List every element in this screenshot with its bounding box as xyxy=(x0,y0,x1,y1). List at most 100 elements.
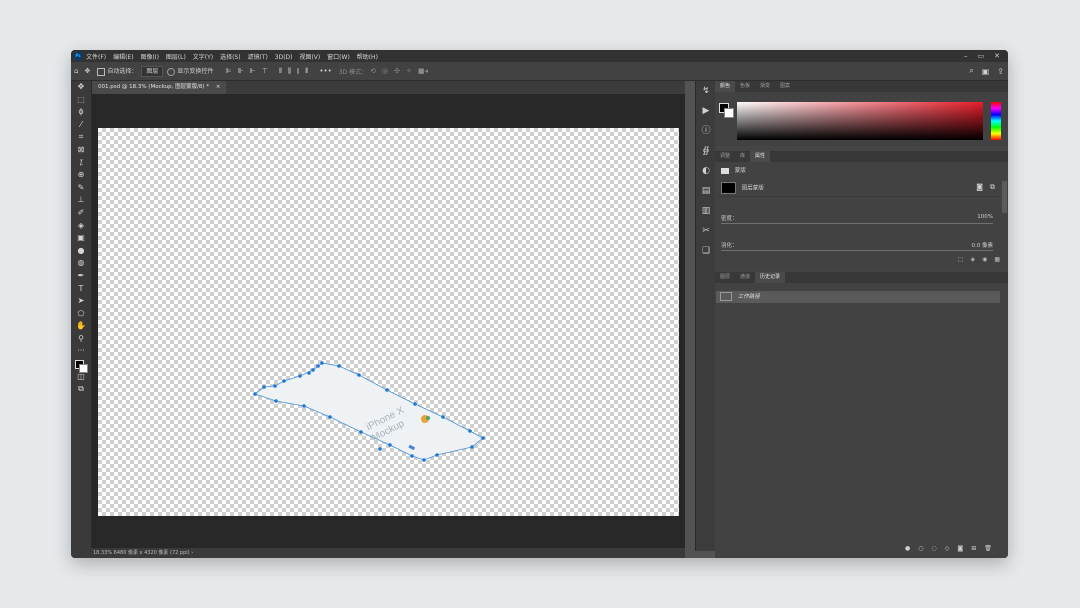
actions-play-icon[interactable]: ▶ xyxy=(696,101,716,121)
menu-select[interactable]: 选择(S) xyxy=(220,54,241,61)
info-icon[interactable]: ⓘ xyxy=(696,121,716,141)
tab-adjustments[interactable]: 调整 xyxy=(715,151,735,162)
canvas-area[interactable]: iPhone X Mockup xyxy=(92,94,685,551)
type-tool-icon[interactable]: T xyxy=(71,283,91,296)
add-mask-icon[interactable]: ◙ xyxy=(957,545,963,552)
gradient-tool-icon[interactable]: ▣ xyxy=(71,232,91,245)
align-right-icon[interactable]: ⊩ xyxy=(250,67,256,75)
align-center-icon[interactable]: ⊪ xyxy=(237,67,243,75)
home-icon[interactable]: ⌂ xyxy=(74,67,78,75)
visibility-icon[interactable]: ◉ xyxy=(982,256,987,263)
align-top-icon[interactable]: ⊤ xyxy=(262,67,268,75)
auto-select-checkbox[interactable]: 自动选择： xyxy=(97,66,137,76)
zoom-tool-icon[interactable]: ⚲ xyxy=(71,333,91,346)
distribute-v-icon[interactable]: ⫾ xyxy=(297,67,299,76)
menu-filter[interactable]: 滤镜(T) xyxy=(248,54,268,61)
eyedropper-tool-icon[interactable]: ⁒ xyxy=(71,157,91,170)
history-panel-icon[interactable]: ↯ xyxy=(696,81,716,101)
delete-path-icon[interactable]: 🗑 xyxy=(984,545,992,552)
distribute-spacing-icon[interactable]: ⦀ xyxy=(305,67,308,76)
screen-mode-icon[interactable]: ⧉ xyxy=(71,383,91,396)
close-button[interactable]: ✕ xyxy=(994,52,1000,60)
menu-help[interactable]: 帮助(H) xyxy=(357,54,378,61)
frame-tool-icon[interactable]: ⊠ xyxy=(71,144,91,157)
quick-select-tool-icon[interactable]: ⁄ xyxy=(71,119,91,132)
glyphs-icon[interactable]: ∯ xyxy=(696,141,716,161)
tab-swatches[interactable]: 色板 xyxy=(735,81,755,92)
path-item[interactable]: 工作路径 xyxy=(716,291,1000,303)
3d-drag-icon[interactable]: ✣ xyxy=(394,67,400,75)
fill-path-icon[interactable]: ● xyxy=(905,545,910,552)
vector-mask-icon[interactable]: ⧉ xyxy=(990,183,995,192)
share-icon[interactable]: ⇪ xyxy=(997,67,1004,76)
more-options-icon[interactable]: ••• xyxy=(319,67,331,75)
stamp-tool-icon[interactable]: ⊥ xyxy=(71,194,91,207)
healing-tool-icon[interactable]: ⊕ xyxy=(71,169,91,182)
close-tab-icon[interactable]: × xyxy=(216,84,221,90)
workspace-icon[interactable]: ▣ xyxy=(982,67,990,76)
menu-layer[interactable]: 图层(L) xyxy=(166,54,186,61)
menu-type[interactable]: 文字(Y) xyxy=(193,54,213,61)
tab-libraries[interactable]: 库 xyxy=(735,151,750,162)
tab-patterns[interactable]: 图案 xyxy=(775,81,795,92)
3d-roll-icon[interactable]: ◎ xyxy=(382,67,388,75)
menu-3d[interactable]: 3D(D) xyxy=(275,54,293,61)
pen-tool-icon[interactable]: ✒ xyxy=(71,270,91,283)
minimize-button[interactable]: – xyxy=(964,52,968,60)
adjust-icon[interactable]: ◐ xyxy=(696,161,716,181)
lasso-tool-icon[interactable]: ϕ xyxy=(71,106,91,119)
artboard-transparent[interactable]: iPhone X Mockup xyxy=(98,128,679,516)
feather-slider[interactable] xyxy=(721,250,993,251)
document-tab[interactable]: 001.psd @ 18.3% (Mockup, 图层蒙版/8) * × xyxy=(92,81,227,94)
tab-layers[interactable]: 图层 xyxy=(715,272,735,283)
delete-mask-icon[interactable]: ▦ xyxy=(994,256,1000,263)
load-selection-icon[interactable]: ⬚ xyxy=(958,256,964,263)
stroke-path-icon[interactable]: ○ xyxy=(918,545,923,552)
new-path-icon[interactable]: ⊞ xyxy=(971,545,976,552)
tab-gradients[interactable]: 渐变 xyxy=(755,81,775,92)
layer-mask-row[interactable]: 图层蒙版 ◙ ⧉ xyxy=(717,182,1001,197)
swap-colors-icon[interactable] xyxy=(71,358,91,374)
blur-tool-icon[interactable]: ● xyxy=(71,245,91,258)
tab-properties[interactable]: 属性 xyxy=(750,151,771,162)
color-field[interactable] xyxy=(737,102,983,140)
density-value[interactable]: 100% xyxy=(977,214,993,220)
tab-color[interactable]: 颜色 xyxy=(715,81,736,92)
eraser-tool-icon[interactable]: ◈ xyxy=(71,220,91,233)
menu-edit[interactable]: 编辑(E) xyxy=(113,54,133,61)
shape-tool-icon[interactable]: ⬠ xyxy=(71,308,91,321)
move-tool-icon[interactable]: ✥ xyxy=(84,67,90,75)
iphone-mockup-path[interactable]: iPhone X Mockup xyxy=(98,128,679,516)
path-select-tool-icon[interactable]: ➤ xyxy=(71,295,91,308)
3d-rotate-icon[interactable]: ⟲ xyxy=(370,67,376,75)
tools-preset-icon[interactable]: ✂ xyxy=(696,221,716,241)
paragraph-icon[interactable]: ▤ xyxy=(696,181,716,201)
crop-tool-icon[interactable]: ⌗ xyxy=(71,131,91,144)
auto-select-target-dropdown[interactable]: 图层 xyxy=(141,65,164,77)
history-brush-tool-icon[interactable]: ✐ xyxy=(71,207,91,220)
tab-channels[interactable]: 通道 xyxy=(735,272,755,283)
hue-slider[interactable] xyxy=(991,102,1001,140)
3d-video-icon[interactable]: ■◂ xyxy=(418,67,428,75)
properties-scrollbar[interactable] xyxy=(1002,181,1007,213)
more-tools-icon[interactable]: ··· xyxy=(71,345,91,358)
tab-paths[interactable]: 历史记录 xyxy=(755,272,786,283)
load-path-icon[interactable]: ◌ xyxy=(932,545,937,552)
menu-view[interactable]: 视图(V) xyxy=(299,54,320,61)
feather-value[interactable]: 0.0 像素 xyxy=(972,241,994,249)
move-tool-icon[interactable]: ✥ xyxy=(71,81,91,94)
search-icon[interactable]: ⌕ xyxy=(969,66,973,76)
clone-source-icon[interactable]: ❏ xyxy=(696,241,716,261)
distribute-h-icon[interactable]: ⫼ xyxy=(288,67,291,76)
menu-image[interactable]: 图像(I) xyxy=(140,54,158,61)
brush-tool-icon[interactable]: ✎ xyxy=(71,182,91,195)
distribute-icon[interactable]: ⫴ xyxy=(279,67,282,76)
marquee-tool-icon[interactable]: ⬚ xyxy=(71,94,91,107)
maximize-button[interactable]: ▭ xyxy=(978,52,985,60)
hand-tool-icon[interactable]: ✋ xyxy=(71,320,91,333)
pixel-mask-icon[interactable]: ◙ xyxy=(976,183,983,191)
notes-icon[interactable]: ▥ xyxy=(696,201,716,221)
background-color-swatch[interactable] xyxy=(724,108,734,118)
dodge-tool-icon[interactable]: ◍ xyxy=(71,257,91,270)
density-slider[interactable] xyxy=(721,223,993,224)
